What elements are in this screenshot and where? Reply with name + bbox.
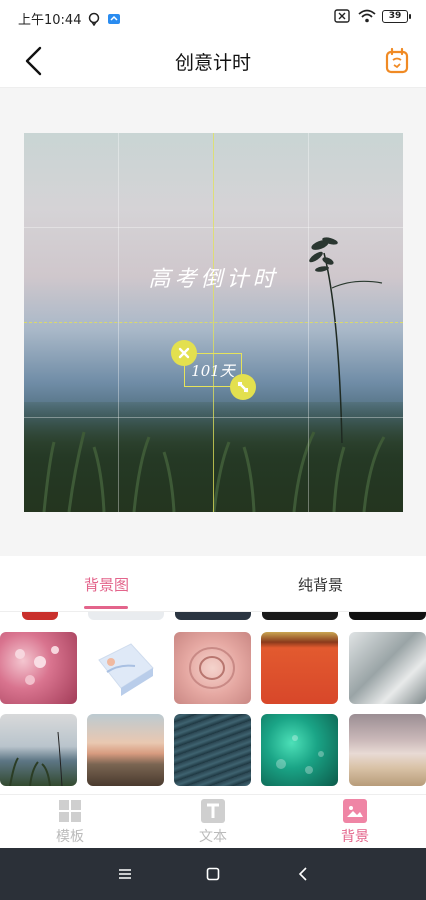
resize-handle[interactable] xyxy=(230,374,256,400)
thumbnail-sunset-beach[interactable] xyxy=(87,714,164,786)
background-tabs: 背景图 纯背景 xyxy=(0,556,426,612)
tab-solid-background[interactable]: 纯背景 xyxy=(298,574,343,595)
thumbnail-dark-waves[interactable] xyxy=(174,714,251,786)
close-icon xyxy=(178,347,190,359)
status-bar: 上午10:44 39 xyxy=(0,0,426,34)
status-time: 上午10:44 xyxy=(18,13,82,28)
text-icon xyxy=(201,799,225,823)
thumbnail-partial[interactable] xyxy=(175,612,251,620)
center-guide-horizontal xyxy=(24,322,403,323)
nav-text[interactable]: 文本 xyxy=(173,799,253,846)
countdown-title-text[interactable]: 高考倒计时 xyxy=(24,261,403,293)
tab-background-image[interactable]: 背景图 xyxy=(84,574,129,595)
thumbnail-partial[interactable] xyxy=(22,612,58,620)
page-title: 创意计时 xyxy=(174,52,251,74)
bottom-navigation: 模板 文本 背景 xyxy=(0,794,426,848)
thumbnail-isometric-frame[interactable] xyxy=(87,632,164,704)
thumbnail-pink-rose[interactable] xyxy=(174,632,251,704)
countdown-preview[interactable]: 高考倒计时 101天 xyxy=(24,133,403,512)
back-icon[interactable] xyxy=(290,862,316,886)
thumbnail-green-bubbles[interactable] xyxy=(261,714,338,786)
nav-templates[interactable]: 模板 xyxy=(30,799,110,846)
nav-background-label: 背景 xyxy=(341,829,369,845)
thumbnail-cloudy-beach[interactable] xyxy=(349,714,426,786)
menu-icon[interactable] xyxy=(112,862,138,886)
active-tab-indicator xyxy=(84,606,128,609)
thumbnail-pink-blossoms[interactable] xyxy=(0,632,77,704)
app-notification-icon xyxy=(107,12,121,26)
no-sim-icon xyxy=(334,9,350,23)
template-icon xyxy=(58,799,82,823)
thumbnail-partial[interactable] xyxy=(262,612,338,620)
nav-templates-label: 模板 xyxy=(56,829,84,845)
resize-icon xyxy=(237,381,249,393)
system-navigation-bar xyxy=(0,848,426,900)
home-icon[interactable] xyxy=(200,862,226,886)
thumbnail-grass-sky[interactable] xyxy=(0,714,77,786)
background-thumbnail-grid xyxy=(0,612,426,794)
timer-app-button[interactable] xyxy=(382,46,412,76)
thumbnail-partial[interactable] xyxy=(88,612,164,620)
delete-handle[interactable] xyxy=(171,340,197,366)
thumbnail-partial[interactable] xyxy=(349,612,426,620)
location-icon xyxy=(87,12,101,26)
editor-canvas: 高考倒计时 101天 xyxy=(0,88,426,556)
nav-text-label: 文本 xyxy=(199,829,227,845)
image-icon xyxy=(343,799,367,823)
wifi-icon xyxy=(358,9,376,23)
calendar-clock-icon xyxy=(385,47,409,74)
nav-background[interactable]: 背景 xyxy=(315,799,395,846)
battery-icon: 39 xyxy=(382,9,411,23)
thumbnail-red-wall[interactable] xyxy=(261,632,338,704)
thumbnail-gray-ink[interactable] xyxy=(349,632,426,704)
app-header: 创意计时 xyxy=(0,34,426,88)
